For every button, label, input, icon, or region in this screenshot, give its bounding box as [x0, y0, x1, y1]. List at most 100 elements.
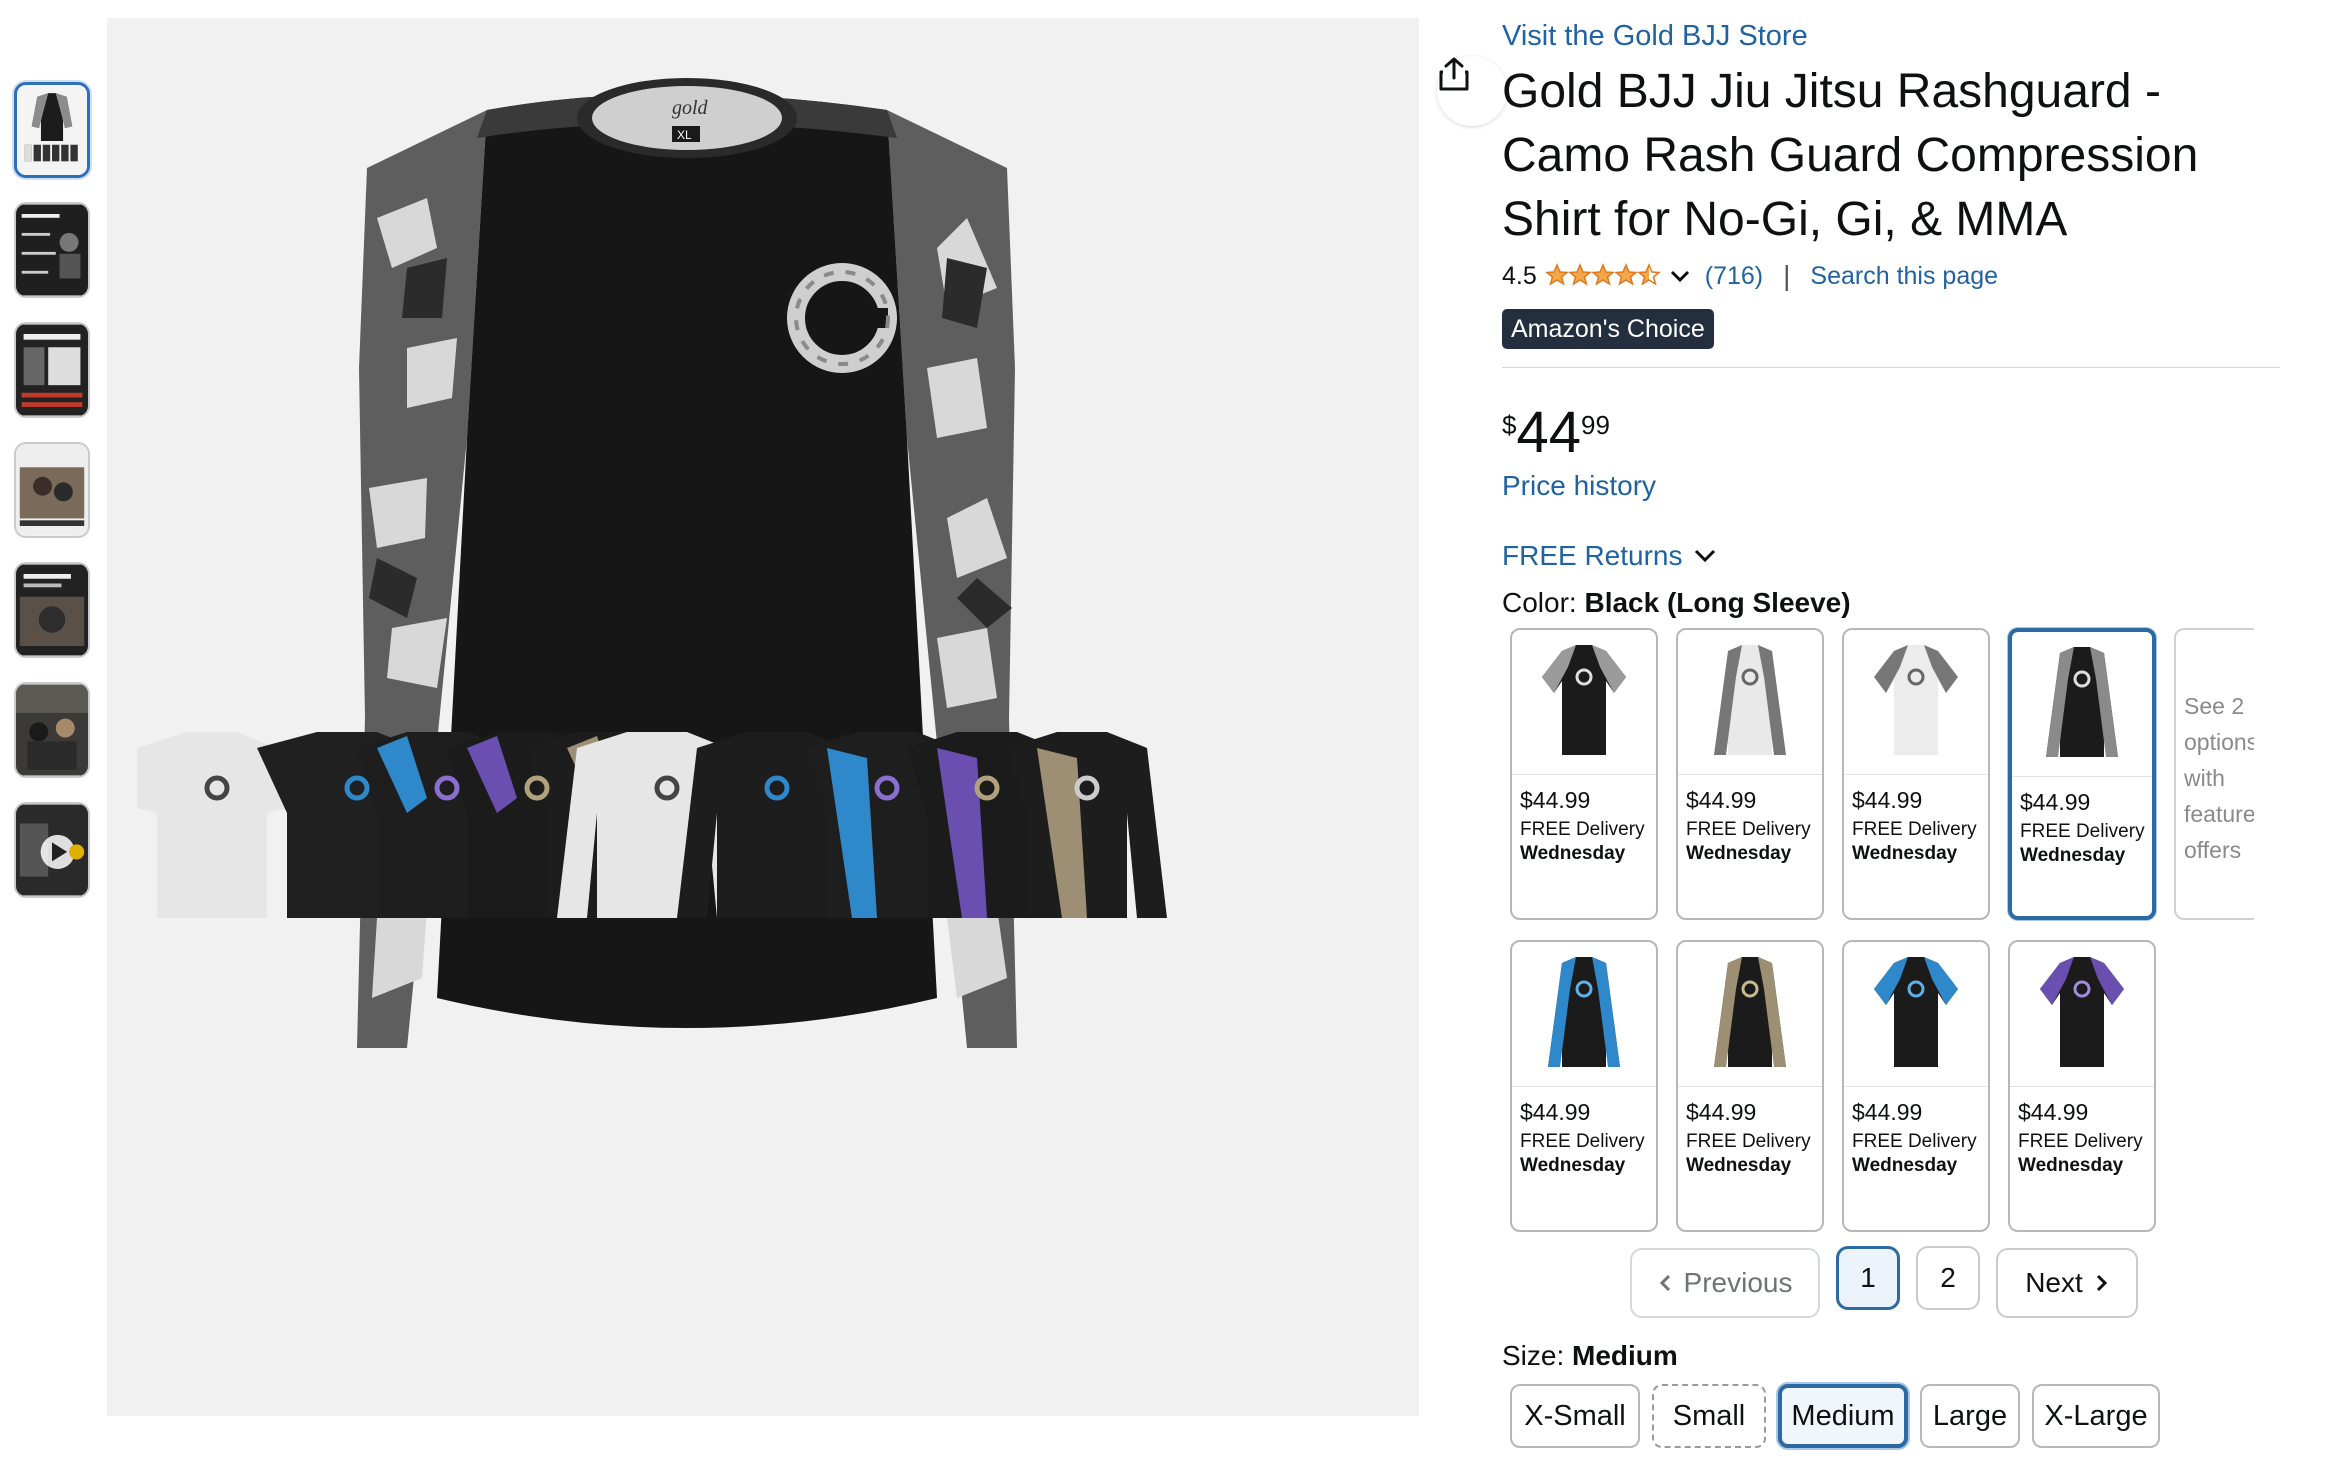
color-swatch[interactable]: $44.99 FREE Delivery Wednesday [1842, 628, 1990, 920]
see-more-options[interactable]: See 2 options with features offers [2174, 628, 2254, 920]
swatch-image [1512, 942, 1656, 1087]
swatch-delivery: FREE Delivery [1686, 1131, 1811, 1152]
swatch-delivery: FREE Delivery [2018, 1131, 2143, 1152]
swatch-price: $44.99 [1686, 1099, 1757, 1125]
swatch-day: Wednesday [1686, 843, 1792, 864]
thumbnail-size-chart-icon [16, 324, 88, 416]
swatch-image [1844, 942, 1988, 1087]
page-2-button[interactable]: 2 [1916, 1246, 1980, 1310]
size-button-large[interactable]: Large [1920, 1384, 2020, 1448]
shirt-icon [1548, 957, 1620, 1067]
thumbnail-gym-icon [16, 684, 88, 776]
price-symbol: $ [1502, 410, 1517, 440]
divider [1502, 367, 2280, 368]
swatch-image [1512, 630, 1656, 775]
swatch-price: $44.99 [2020, 789, 2091, 815]
collar-script: gold [672, 97, 709, 119]
thumbnail-info-icon [16, 204, 88, 296]
swatch-image [2012, 632, 2152, 777]
swatch-price: $44.99 [1686, 787, 1757, 813]
swatch-image [2010, 942, 2154, 1087]
shirt-icon [2040, 957, 2124, 1067]
shirt-icon [1714, 957, 1786, 1067]
chevron-down-icon [1694, 549, 1715, 563]
price: $ 44 99 [1502, 398, 1610, 468]
swatch-price: $44.99 [1852, 787, 1923, 813]
product-title: Gold BJJ Jiu Jitsu Rashguard - Camo Rash… [1502, 65, 2199, 246]
thumbnail-styles-icon [16, 564, 88, 656]
swatch-delivery: FREE Delivery [1686, 819, 1811, 840]
share-icon [1439, 57, 1469, 91]
swatch-day: Wednesday [2018, 1155, 2124, 1176]
thumbnail-1[interactable] [14, 82, 90, 178]
color-swatch[interactable]: $44.99 FREE Delivery Wednesday [2008, 940, 2156, 1232]
color-label-text: Color: [1502, 587, 1577, 618]
free-returns-link[interactable]: FREE Returns [1502, 540, 1717, 572]
separator: | [1783, 260, 1791, 291]
size-label: Size: Medium [1502, 1340, 1678, 1372]
color-value: Black (Long Sleeve) [1584, 587, 1851, 618]
size-button-x-small[interactable]: X-Small [1510, 1384, 1640, 1448]
main-product-image[interactable]: gold XL [107, 18, 1507, 1416]
size-label-text: Size: [1502, 1340, 1565, 1371]
collar-size-label: XL [677, 128, 692, 142]
swatch-delivery: FREE Delivery [1520, 819, 1645, 840]
chevron-down-icon [1670, 270, 1689, 283]
price-whole: 44 [1516, 400, 1581, 465]
swatch-day: Wednesday [1520, 843, 1626, 864]
rating-count-link[interactable]: (716) [1705, 262, 1763, 291]
page-1-label: 1 [1860, 1262, 1876, 1293]
swatch-image [1678, 630, 1822, 775]
free-returns-label: FREE Returns [1502, 540, 1683, 571]
previous-page-button[interactable]: Previous [1630, 1248, 1820, 1318]
size-button-medium[interactable]: Medium [1778, 1384, 1908, 1448]
swatch-price: $44.99 [1852, 1099, 1923, 1125]
swatch-price: $44.99 [1520, 1099, 1591, 1125]
price-fraction: 99 [1580, 410, 1610, 440]
swatch-delivery: FREE Delivery [1852, 1131, 1977, 1152]
price-history-link[interactable]: Price history [1502, 470, 1656, 502]
next-label: Next [2025, 1267, 2083, 1298]
star-rating[interactable] [1544, 263, 1691, 289]
size-value: Medium [1572, 1340, 1678, 1371]
thumbnail-2[interactable] [14, 202, 90, 298]
thumbnail-3[interactable] [14, 322, 90, 418]
shirt-icon [2046, 647, 2118, 757]
rashguard-image: gold XL [107, 18, 1419, 1416]
swatch-image [1844, 630, 1988, 775]
size-button-x-large[interactable]: X-Large [2032, 1384, 2160, 1448]
star-icon [1544, 263, 1661, 286]
swatch-image [1678, 942, 1822, 1087]
page-1-button[interactable]: 1 [1836, 1246, 1900, 1310]
page-2-label: 2 [1940, 1262, 1956, 1293]
thumbnail-5[interactable] [14, 562, 90, 658]
swatch-day: Wednesday [1852, 843, 1958, 864]
swatch-price: $44.99 [2018, 1099, 2089, 1125]
see-more-text: See 2 options with features offers [2184, 693, 2254, 863]
color-swatch-selected[interactable]: $44.99 FREE Delivery Wednesday [2008, 628, 2156, 920]
thumbnail-4[interactable] [14, 442, 90, 538]
color-swatch[interactable]: $44.99 FREE Delivery Wednesday [1510, 628, 1658, 920]
shirt-icon [1714, 645, 1786, 755]
thumbnail-action-icon [16, 444, 88, 536]
thumbnail-video[interactable] [14, 802, 90, 898]
shirt-icon [1874, 957, 1958, 1067]
swatch-day: Wednesday [1852, 1155, 1958, 1176]
color-swatch[interactable]: $44.99 FREE Delivery Wednesday [1676, 940, 1824, 1232]
thumbnail-6[interactable] [14, 682, 90, 778]
swatch-day: Wednesday [1686, 1155, 1792, 1176]
color-label: Color: Black (Long Sleeve) [1502, 587, 1851, 619]
size-button-small[interactable]: Small [1652, 1384, 1766, 1448]
share-button[interactable] [1437, 56, 1507, 126]
swatch-price: $44.99 [1520, 787, 1591, 813]
color-swatch[interactable]: $44.99 FREE Delivery Wednesday [1676, 628, 1824, 920]
swatch-day: Wednesday [1520, 1155, 1626, 1176]
store-link[interactable]: Visit the Gold BJJ Store [1502, 20, 1808, 53]
search-this-page-link[interactable]: Search this page [1810, 262, 1998, 291]
color-swatch[interactable]: $44.99 FREE Delivery Wednesday [1842, 940, 1990, 1232]
swatch-delivery: FREE Delivery [2020, 821, 2145, 842]
shirt-icon [1542, 645, 1626, 755]
play-icon [16, 804, 88, 896]
color-swatch[interactable]: $44.99 FREE Delivery Wednesday [1510, 940, 1658, 1232]
next-page-button[interactable]: Next [1996, 1248, 2138, 1318]
